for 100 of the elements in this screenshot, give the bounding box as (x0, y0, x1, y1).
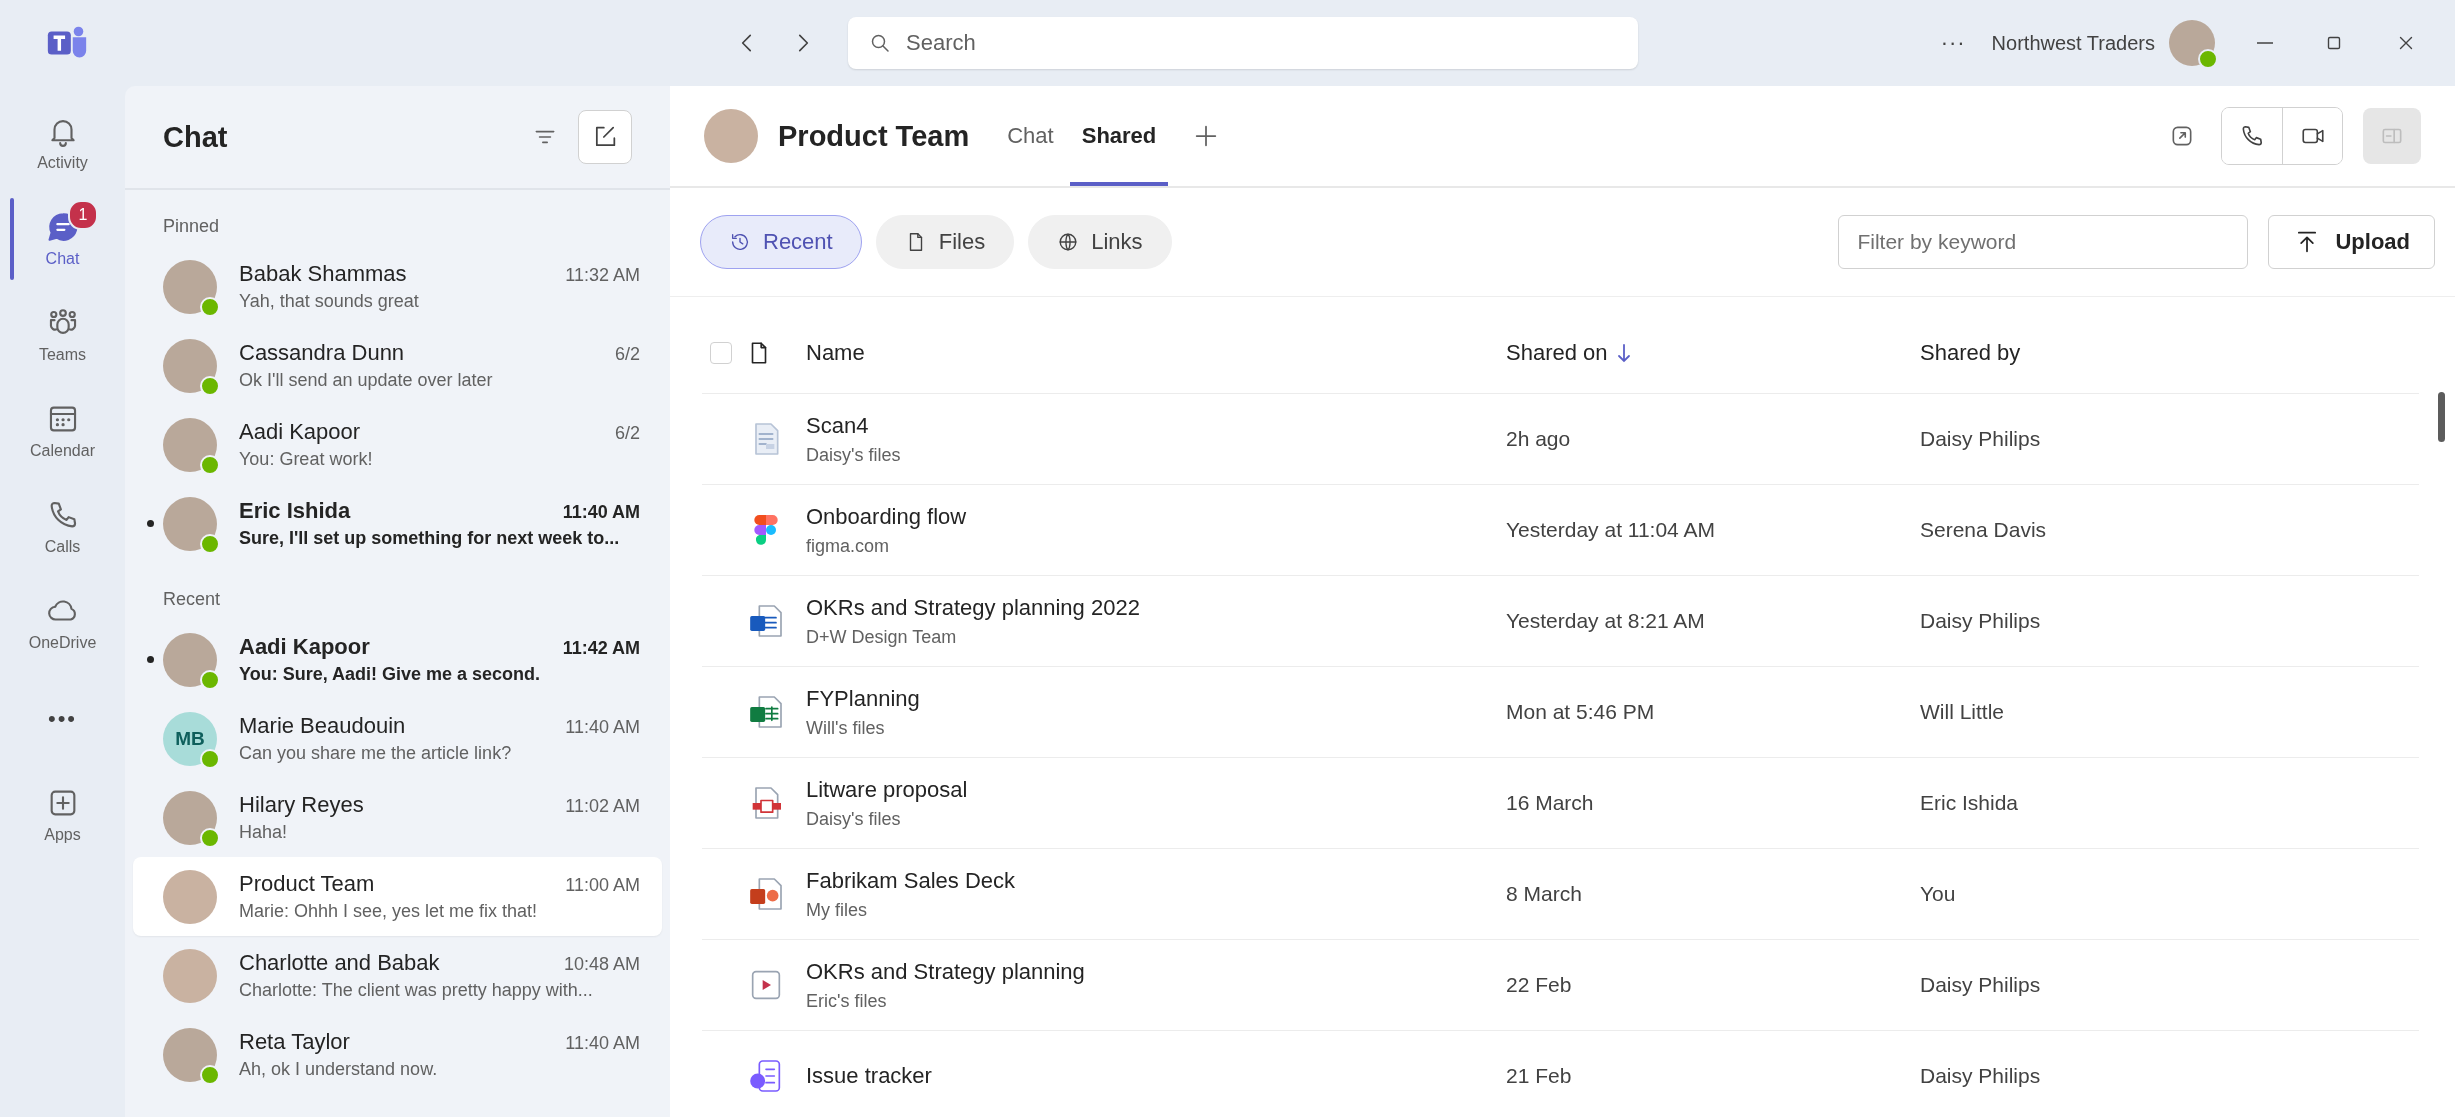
message-preview: Charlotte: The client was pretty happy with... (239, 980, 594, 1001)
shared-date: Yesterday at 11:04 AM (1506, 518, 1716, 542)
message-time: 11:42 AM (562, 638, 640, 659)
chat-item[interactable]: Reta Taylor 11:40 AM Ah, ok I understand now. (133, 1015, 662, 1094)
conversation-title: Product Team (778, 119, 970, 153)
contact-name: Charlotte and Babak (239, 950, 441, 976)
rail-item[interactable]: Chat 1 (0, 192, 125, 286)
message-time: 11:40 AM (565, 717, 640, 738)
shared-date: Yesterday at 8:21 AM (1506, 609, 1706, 633)
contact-name: Product Team (239, 871, 376, 897)
chat-item[interactable]: Hilary Reyes 11:02 AM Haha! (133, 778, 662, 857)
file-location: Will's files (806, 717, 886, 739)
rail-item[interactable]: Calls (0, 480, 125, 574)
tab[interactable]: Chat (995, 86, 1066, 186)
file-name[interactable]: Fabrikam Sales Deck (806, 867, 1506, 894)
avatar (163, 259, 217, 314)
message-preview: You: Great work! (239, 449, 374, 470)
shared-by-name: Daisy Philips (1920, 609, 2042, 633)
filter-pill[interactable]: Recent (700, 215, 862, 269)
panel-title: Chat (163, 120, 229, 154)
shared-date: 21 Feb (1506, 1064, 1573, 1088)
shared-by-name: Daisy Philips (1920, 427, 2042, 451)
chat-item[interactable]: Cassandra Dunn 6/2 Ok I'll send an update over later (133, 326, 662, 405)
rail-item[interactable]: ••• (0, 672, 125, 766)
search-field[interactable]: Search (848, 17, 1638, 69)
column-header[interactable]: Shared on (1506, 340, 1920, 366)
chat-item[interactable]: Charlotte and Babak 10:48 AM Charlotte: The client was pretty happy with... (133, 936, 662, 1015)
file-name[interactable]: Scan4 (806, 412, 1506, 439)
shared-date: 2h ago (1506, 427, 1572, 451)
file-location: Daisy's files (806, 808, 902, 830)
section-label: Pinned (162, 215, 221, 238)
message-time: 11:00 AM (565, 875, 640, 896)
file-name[interactable]: Litware proposal (806, 776, 1506, 803)
history-icon (729, 231, 751, 253)
message-preview: Sure, I'll set up something for next week to... (239, 528, 621, 549)
avatar (163, 417, 217, 472)
group-avatar (163, 869, 217, 924)
avatar (163, 496, 217, 551)
shared-by-name: Daisy Philips (1920, 973, 2042, 997)
initials-avatar: MB (163, 711, 217, 766)
column-header[interactable]: Name (806, 340, 1506, 366)
message-preview: Marie: Ohhh I see, yes let me fix that! (239, 901, 539, 922)
more-options-button[interactable]: ··· (1940, 30, 1966, 56)
contact-name: Cassandra Dunn (239, 340, 406, 366)
chat-item[interactable]: Babak Shammas 11:32 AM Yah, that sounds great (133, 247, 662, 326)
filter-field[interactable]: Filter by keyword (1838, 215, 2249, 269)
message-preview: Ah, ok I understand now. (239, 1059, 439, 1080)
upload-button[interactable]: Upload (2268, 215, 2435, 269)
file-location: My files (806, 899, 868, 921)
filter-pill[interactable]: Files (875, 215, 1015, 269)
chat-item[interactable]: MB Marie Beaudouin 11:40 AM Can you share me the article link? (133, 699, 662, 778)
contact-name: Eric Ishida (239, 498, 352, 524)
file-name[interactable]: OKRs and Strategy planning 2022 (806, 594, 1506, 621)
shared-date: 16 March (1506, 791, 1595, 815)
group-avatar (704, 109, 758, 163)
shared-by-name: Eric Ishida (1920, 791, 2020, 815)
file-location: Eric's files (806, 990, 888, 1012)
chat-item[interactable]: Aadi Kapoor 6/2 You: Great work! (133, 405, 662, 484)
column-header[interactable]: Shared by (1920, 340, 2419, 366)
new-chat-button[interactable] (578, 110, 632, 164)
organization-name: Northwest Traders (1991, 31, 2155, 55)
unread-dot (147, 520, 154, 527)
select-all-checkbox[interactable] (710, 342, 732, 364)
file-name[interactable]: Issue tracker (806, 1063, 1506, 1089)
shared-by-name: You (1920, 882, 1957, 906)
tab[interactable]: Shared (1069, 86, 1169, 186)
rail-item[interactable]: Apps (0, 768, 125, 862)
rail-item[interactable]: Activity (0, 96, 125, 190)
notification-badge: 1 (68, 200, 98, 230)
chat-item[interactable]: Aadi Kapoor 11:42 AM You: Sure, Aadi! Give me a second. (133, 620, 662, 699)
scrollbar-thumb[interactable] (2438, 392, 2445, 442)
rail-item[interactable]: Calendar (0, 384, 125, 478)
shared-by-name: Serena Davis (1920, 518, 2048, 542)
message-preview: Ok I'll send an update over later (239, 370, 494, 391)
file-location: D+W Design Team (806, 626, 958, 648)
message-preview: Yah, that sounds great (239, 291, 420, 312)
message-time: 6/2 (614, 344, 640, 365)
file-location: figma.com (806, 535, 891, 557)
shared-by-name: Daisy Philips (1920, 1064, 2042, 1088)
sort-down-icon (1615, 342, 1632, 364)
message-time: 11:02 AM (565, 796, 640, 817)
contact-name: Marie Beaudouin (239, 713, 407, 739)
file-name[interactable]: FYPlanning (806, 685, 1506, 712)
message-preview: Haha! (239, 822, 289, 843)
file-name[interactable]: OKRs and Strategy planning (806, 958, 1506, 985)
rail-item[interactable]: Teams (0, 288, 125, 382)
video-call-button[interactable] (2282, 108, 2342, 164)
message-time: 10:48 AM (563, 954, 640, 975)
file-name[interactable]: Onboarding flow (806, 503, 1506, 530)
chat-item[interactable]: Product Team 11:00 AM Marie: Ohhh I see, yes let me fix that! (133, 857, 662, 936)
avatar (163, 1027, 217, 1082)
shared-date: 22 Feb (1506, 973, 1573, 997)
message-time: 11:40 AM (565, 1033, 640, 1054)
file-location: Daisy's files (806, 444, 902, 466)
rail-item[interactable]: OneDrive (0, 576, 125, 670)
chat-item[interactable]: Eric Ishida 11:40 AM Sure, I'll set up something for next week to... (133, 484, 662, 563)
avatar (163, 632, 217, 687)
filter-pill[interactable]: Links (1028, 215, 1172, 269)
shared-date: 8 March (1506, 882, 1583, 906)
section-label: Recent (162, 588, 222, 611)
